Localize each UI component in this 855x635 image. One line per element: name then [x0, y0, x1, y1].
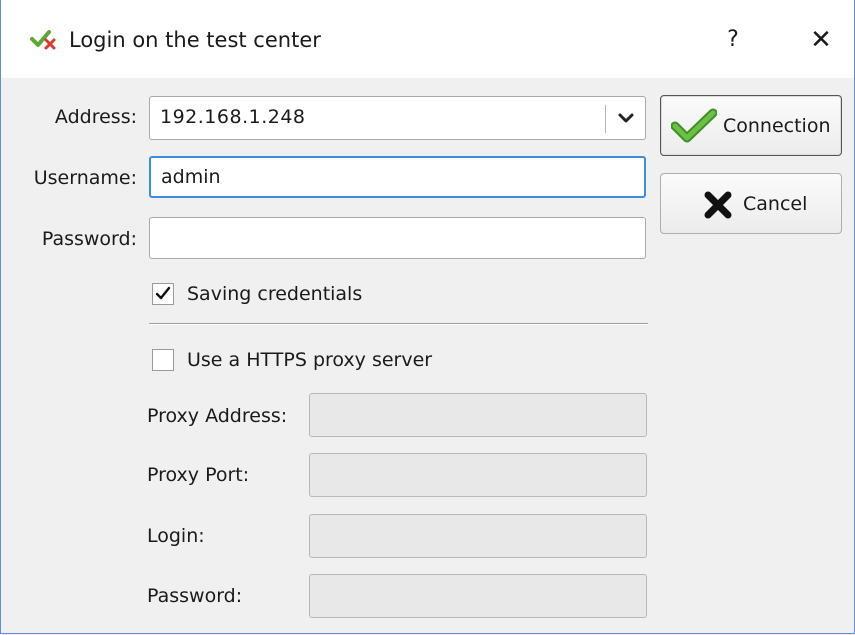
save-credentials-checkbox[interactable]	[152, 283, 174, 305]
password-field[interactable]	[149, 217, 646, 259]
use-proxy-label[interactable]: Use a HTTPS proxy server	[187, 349, 432, 371]
checkmark-icon	[155, 286, 171, 300]
save-credentials-label[interactable]: Saving credentials	[187, 283, 362, 305]
connection-label: Connection	[723, 115, 831, 137]
window-title: Login on the test center	[69, 28, 321, 52]
connection-button[interactable]: Connection	[660, 95, 842, 156]
black-cross-icon	[703, 190, 733, 225]
proxy-port-label: Proxy Port:	[147, 464, 250, 486]
address-value: 192.168.1.248	[160, 106, 306, 128]
address-label: Address:	[54, 106, 137, 128]
proxy-login-label: Login:	[147, 525, 205, 547]
cancel-button[interactable]: Cancel	[660, 173, 842, 234]
proxy-address-label: Proxy Address:	[147, 405, 288, 427]
app-icon	[29, 26, 59, 52]
proxy-port-field[interactable]	[309, 453, 647, 497]
address-combobox[interactable]: 192.168.1.248	[149, 96, 646, 140]
section-divider	[149, 323, 648, 325]
proxy-password-label: Password:	[147, 585, 243, 607]
username-field[interactable]	[149, 156, 646, 198]
help-button[interactable]: ?	[713, 20, 753, 60]
password-label: Password:	[41, 228, 137, 250]
login-dialog: Login on the test center ? ✕ Address: 19…	[0, 0, 855, 634]
username-label: Username:	[33, 167, 137, 189]
proxy-password-field[interactable]	[309, 574, 647, 618]
chevron-down-icon[interactable]	[607, 97, 645, 139]
close-button[interactable]: ✕	[801, 20, 841, 60]
proxy-login-field[interactable]	[309, 514, 647, 558]
proxy-address-field[interactable]	[309, 393, 647, 437]
green-checkmark-icon	[670, 108, 718, 149]
title-bar[interactable]: Login on the test center ? ✕	[1, 0, 854, 78]
use-proxy-checkbox[interactable]	[152, 349, 174, 371]
combo-separator	[605, 105, 606, 133]
cancel-label: Cancel	[743, 193, 808, 215]
